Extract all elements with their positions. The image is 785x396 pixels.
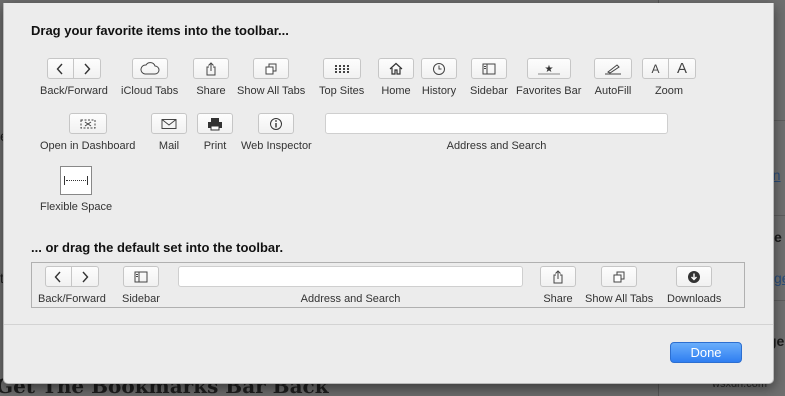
dashboard-icon (68, 113, 107, 134)
default-sidebar: Sidebar (122, 266, 160, 305)
favorite-favorites-bar[interactable]: ★ Favorites Bar (516, 58, 581, 97)
item-label: Share (196, 85, 226, 97)
default-share: Share (540, 266, 576, 305)
sheet-divider (4, 324, 773, 325)
item-label: Address and Search (300, 293, 401, 305)
favorites-bar-icon: ★ (526, 58, 571, 79)
item-label: Flexible Space (40, 201, 113, 213)
item-label: Back/Forward (40, 85, 108, 97)
item-label: Back/Forward (38, 293, 106, 305)
zoom-in-icon: A (669, 58, 696, 79)
favorite-back-forward[interactable]: Back/Forward (40, 58, 108, 97)
item-label: History (421, 85, 457, 97)
item-label: Print (203, 140, 227, 152)
sheet-title: Drag your favorite items into the toolba… (31, 23, 289, 38)
favorite-icloud-tabs[interactable]: iCloud Tabs (121, 58, 178, 97)
autofill-icon (594, 58, 632, 79)
item-label: Address and Search (446, 140, 547, 152)
favorite-address-and-search[interactable]: Address and Search (325, 113, 668, 152)
chevron-left-icon (46, 58, 74, 79)
chevron-right-icon (73, 58, 101, 79)
default-show-all-tabs: Show All Tabs (585, 266, 653, 305)
background-fragment: e (774, 229, 782, 245)
item-label: Show All Tabs (237, 85, 306, 97)
share-icon (540, 266, 576, 287)
default-set-title: ... or drag the default set into the too… (31, 240, 284, 255)
favorite-zoom[interactable]: A A Zoom (642, 58, 696, 97)
customize-toolbar-sheet: Drag your favorite items into the toolba… (3, 3, 774, 384)
sidebar-icon (122, 266, 159, 287)
cloud-icon (131, 58, 168, 79)
item-label: Web Inspector (241, 140, 312, 152)
favorite-show-all-tabs[interactable]: Show All Tabs (237, 58, 305, 97)
zoom-out-icon: A (642, 58, 669, 79)
clock-icon (421, 58, 457, 79)
svg-text:★: ★ (544, 64, 553, 75)
favorite-web-inspector[interactable]: Web Inspector (241, 113, 312, 152)
favorite-flexible-space[interactable]: Flexible Space (40, 166, 112, 213)
address-field-preview (178, 266, 523, 287)
sidebar-icon (470, 58, 507, 79)
favorite-top-sites[interactable]: Top Sites (319, 58, 364, 97)
share-icon (193, 58, 229, 79)
item-label: Favorites Bar (516, 85, 582, 97)
zoom-in-glyph: A (676, 60, 687, 77)
background-link[interactable]: ge (774, 270, 785, 286)
item-label: AutoFill (594, 85, 632, 97)
item-label: Top Sites (319, 85, 365, 97)
download-icon (676, 266, 713, 287)
favorite-print[interactable]: Print (197, 113, 233, 152)
done-button[interactable]: Done (670, 342, 742, 363)
default-downloads: Downloads (667, 266, 721, 305)
favorite-home[interactable]: Home (378, 58, 414, 97)
address-field-preview (325, 113, 668, 134)
chevron-right-icon (71, 266, 99, 287)
flexible-space-icon (60, 166, 93, 195)
favorite-history[interactable]: History (421, 58, 457, 97)
mail-icon (151, 113, 187, 134)
item-label: Open in Dashboard (40, 140, 136, 152)
item-label: Sidebar (122, 293, 160, 305)
grid-icon (322, 58, 361, 79)
chevron-left-icon (44, 266, 72, 287)
info-icon (258, 113, 295, 134)
default-back-forward: Back/Forward (38, 266, 106, 305)
favorite-autofill[interactable]: AutoFill (594, 58, 632, 97)
tabs-icon (253, 58, 290, 79)
home-icon (378, 58, 414, 79)
item-label: Zoom (654, 85, 684, 97)
item-label: Home (381, 85, 411, 97)
default-set-well[interactable]: Back/Forward Sidebar Address and Search … (31, 262, 745, 308)
print-icon (197, 113, 233, 134)
item-label: iCloud Tabs (121, 85, 179, 97)
zoom-out-glyph: A (651, 61, 660, 76)
item-label: Share (543, 293, 573, 305)
favorite-mail[interactable]: Mail (151, 113, 187, 152)
item-label: Mail (158, 140, 180, 152)
default-address-and-search: Address and Search (178, 266, 523, 305)
item-label: Downloads (667, 293, 722, 305)
tabs-icon (601, 266, 638, 287)
favorite-share[interactable]: Share (193, 58, 229, 97)
item-label: Sidebar (470, 85, 508, 97)
favorite-sidebar[interactable]: Sidebar (470, 58, 508, 97)
favorite-open-in-dashboard[interactable]: Open in Dashboard (40, 113, 135, 152)
item-label: Show All Tabs (585, 293, 654, 305)
